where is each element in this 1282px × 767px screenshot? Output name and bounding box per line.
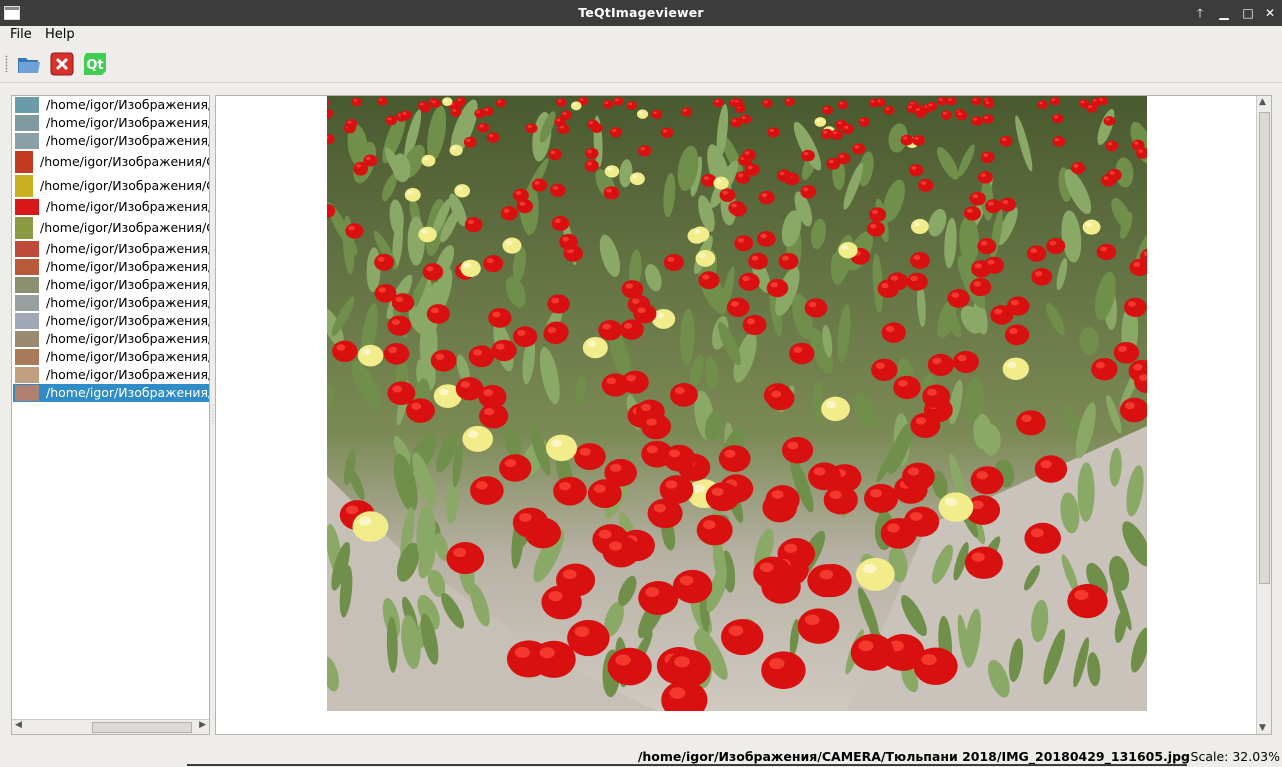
status-scale: Scale: 32.03% [1190, 749, 1280, 764]
close-image-button[interactable] [49, 51, 75, 77]
menu-file[interactable]: File [10, 27, 32, 42]
keep-above-icon[interactable]: 🡑 [1191, 4, 1209, 22]
file-path-label: /home/igor/Изображения/C [46, 199, 210, 214]
image-viewer[interactable]: ▲ ▼ [215, 95, 1272, 735]
file-list-item[interactable]: /home/igor/Изображения/C [13, 366, 210, 384]
file-list-item[interactable]: /home/igor/Изображения/CA [13, 216, 210, 240]
tulip-photo [327, 96, 1147, 711]
image-thumbnail [15, 199, 39, 215]
file-list-item[interactable]: /home/igor/Изображения/C [13, 198, 210, 216]
file-path-label: /home/igor/Изображения/C [46, 367, 210, 382]
file-list-item[interactable]: /home/igor/Изображения/C [13, 258, 210, 276]
menu-help[interactable]: Help [45, 27, 75, 42]
image-thumbnail [15, 97, 39, 113]
image-thumbnail [15, 385, 39, 401]
file-path-label: /home/igor/Изображения/C [46, 313, 210, 328]
file-list-item[interactable]: /home/igor/Изображения/C [13, 348, 210, 366]
image-thumbnail [15, 241, 39, 257]
vscroll-thumb[interactable] [1259, 112, 1270, 584]
image-thumbnail [15, 217, 33, 239]
image-thumbnail [15, 313, 39, 329]
maximize-icon[interactable]: □ [1239, 4, 1257, 22]
file-list-item[interactable]: /home/igor/Изображения/C [13, 294, 210, 312]
file-path-label: /home/igor/Изображения/CA [40, 154, 210, 169]
vertical-scrollbar[interactable]: ▲ ▼ [1256, 96, 1271, 734]
scroll-right-icon[interactable]: ▶ [199, 720, 206, 730]
file-list-item[interactable]: /home/igor/Изображения/C [13, 96, 210, 114]
title-bar: TeQtImageviewer 🡑 ▁ □ ✕ [0, 0, 1282, 26]
file-list-item[interactable]: /home/igor/Изображения/CA [13, 150, 210, 174]
about-qt-button[interactable]: Qt [82, 51, 108, 77]
file-list-item[interactable]: /home/igor/Изображения/CA [13, 174, 210, 198]
file-list-item[interactable]: /home/igor/Изображения/C [13, 276, 210, 294]
toolbar: Qt [0, 45, 1282, 83]
file-list-item[interactable]: /home/igor/Изображения/C [13, 312, 210, 330]
file-list-item[interactable]: /home/igor/Изображения/C [13, 240, 210, 258]
folder-open-icon [18, 58, 40, 73]
image-thumbnail [15, 349, 39, 365]
image-thumbnail [15, 295, 39, 311]
menu-bar: File Help [0, 26, 1282, 45]
file-path-label: /home/igor/Изображения/CA [40, 220, 210, 235]
image-thumbnail [15, 277, 39, 293]
horizontal-scrollbar[interactable]: ◀ ▶ [12, 719, 209, 734]
qt-logo-icon: Qt [84, 53, 106, 75]
file-list-item[interactable]: /home/igor/Изображения/C [13, 114, 210, 132]
scroll-down-icon[interactable]: ▼ [1259, 723, 1266, 733]
file-path-label: /home/igor/Изображения/CA [40, 178, 210, 193]
scroll-left-icon[interactable]: ◀ [15, 720, 22, 730]
status-progress-line [187, 764, 1187, 766]
scrollbar-thumb[interactable] [92, 722, 192, 733]
status-file-path: /home/igor/Изображения/CAMERA/Тюльпани 2… [637, 749, 1190, 764]
file-path-label: /home/igor/Изображения/C [46, 259, 210, 274]
file-path-label: /home/igor/Изображения/C [46, 97, 210, 112]
file-path-label: /home/igor/Изображения/C [46, 331, 210, 346]
file-list-item[interactable]: /home/igor/Изображения/C [13, 384, 210, 402]
file-path-label: /home/igor/Изображения/C [46, 115, 210, 130]
file-path-label: /home/igor/Изображения/C [46, 385, 210, 400]
status-bar: /home/igor/Изображения/CAMERA/Тюльпани 2… [0, 745, 1282, 767]
image-thumbnail [15, 115, 39, 131]
file-list-item[interactable]: /home/igor/Изображения/C [13, 132, 210, 150]
file-list[interactable]: /home/igor/Изображения/C/home/igor/Изобр… [11, 95, 210, 735]
image-thumbnail [15, 331, 39, 347]
minimize-icon[interactable]: ▁ [1215, 4, 1233, 22]
file-path-label: /home/igor/Изображения/C [46, 133, 210, 148]
image-thumbnail [15, 259, 39, 275]
window-title: TeQtImageviewer [578, 5, 704, 20]
toolbar-grip[interactable] [5, 55, 8, 72]
image-thumbnail [15, 367, 39, 383]
file-list-item[interactable]: /home/igor/Изображения/C [13, 330, 210, 348]
image-thumbnail [15, 151, 33, 173]
qt-logo-text: Qt [86, 58, 103, 73]
close-red-x-icon [50, 52, 74, 76]
file-path-label: /home/igor/Изображения/C [46, 277, 210, 292]
scroll-up-icon[interactable]: ▲ [1259, 97, 1266, 107]
file-path-label: /home/igor/Изображения/C [46, 295, 210, 310]
image-thumbnail [15, 133, 39, 149]
open-folder-button[interactable] [16, 51, 42, 77]
image-thumbnail [15, 175, 33, 197]
close-window-icon[interactable]: ✕ [1261, 4, 1279, 22]
file-path-label: /home/igor/Изображения/C [46, 349, 210, 364]
file-path-label: /home/igor/Изображения/C [46, 241, 210, 256]
